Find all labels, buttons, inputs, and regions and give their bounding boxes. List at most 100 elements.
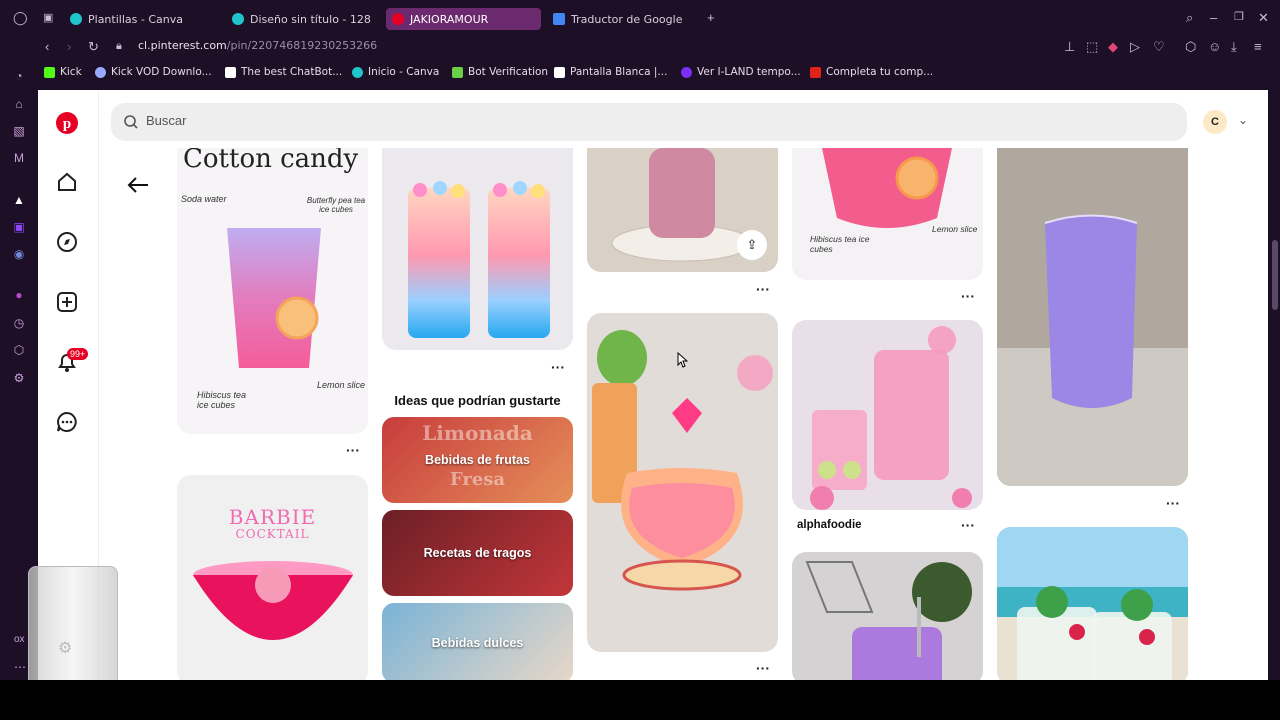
more-icon[interactable]: ⋯ (14, 660, 26, 674)
bookmark-canva[interactable]: Inicio - Canva (352, 66, 439, 78)
taskbar-area (0, 680, 1280, 720)
more-options-icon[interactable]: ··· (756, 281, 770, 297)
idea-card-bebidas-dulces[interactable]: Bebidas dulces (382, 603, 573, 683)
reload-icon[interactable]: ↻ (88, 40, 99, 53)
more-options-icon[interactable]: ··· (756, 660, 770, 676)
pin-pink-smoothie[interactable]: ⇪ (587, 148, 778, 272)
url-field[interactable]: cl.pinterest.com/pin/220746819230253266 (138, 39, 377, 52)
more-options-icon[interactable]: ··· (961, 288, 975, 304)
idea-label: Bebidas de frutas (425, 453, 530, 467)
tab-plantillas-canva[interactable]: Plantillas - Canva (70, 8, 220, 30)
twitch-icon[interactable]: ▣ (11, 219, 27, 235)
idea-label: Recetas de tragos (423, 546, 532, 560)
profile-icon[interactable]: ☺ (1208, 40, 1221, 53)
search-input[interactable] (144, 112, 648, 129)
pin-barbie-cocktail[interactable]: BARBIE COCKTAIL (177, 475, 368, 685)
forward-icon[interactable]: › (67, 40, 71, 53)
pin-label: Hibiscus tea ice cubes (810, 234, 870, 254)
pin-lavender-drink[interactable] (792, 552, 983, 685)
crypto-wallet-icon[interactable]: ⌂ (11, 96, 27, 112)
more-options-icon[interactable]: ··· (961, 517, 975, 533)
canva-icon (352, 66, 363, 78)
pin-creator-name[interactable]: alphafoodie (797, 519, 862, 531)
more-options-icon[interactable]: ··· (346, 442, 360, 458)
messenger-icon[interactable]: M (11, 150, 27, 166)
scrollbar-track[interactable] (1270, 90, 1280, 680)
pin-label: Butterfly pea tea ice cubes (306, 196, 366, 214)
close-window-icon[interactable]: ✕ (1258, 11, 1269, 24)
settings-icon[interactable]: ⚙ (11, 370, 27, 386)
drink-illustration (822, 148, 952, 228)
heart-icon[interactable]: ♡ (1153, 40, 1165, 53)
idea-card-recetas-tragos[interactable]: Recetas de tragos (382, 510, 573, 596)
player-icon[interactable]: ▧ (11, 123, 27, 139)
chatbot-icon (225, 66, 236, 78)
bookmark-pantalla-blanca[interactable]: Pantalla Blanca |... (554, 66, 667, 78)
pin-layered-drinks[interactable] (382, 148, 573, 350)
pin-icon[interactable]: ⊥ (1064, 40, 1075, 53)
create-icon[interactable] (56, 291, 78, 313)
downloads-icon[interactable]: ⤓ (1231, 40, 1237, 53)
aria-icon[interactable]: ◔ (11, 68, 27, 84)
pin-purple-drink[interactable] (997, 148, 1188, 486)
snapshot-icon[interactable]: ⬚ (1086, 40, 1098, 53)
pin-mojito-drink[interactable] (997, 527, 1188, 685)
share-icon[interactable]: ⇪ (737, 230, 767, 260)
discord-icon[interactable]: ◉ (11, 246, 27, 262)
search-bar[interactable] (111, 103, 1187, 141)
minimize-icon[interactable]: – (1210, 11, 1217, 24)
search-icon (124, 115, 138, 129)
opera-logo-icon[interactable]: ◯ (13, 11, 28, 24)
home-icon[interactable] (56, 171, 78, 193)
record-icon[interactable]: ● (11, 287, 27, 303)
more-options-icon[interactable]: ··· (551, 359, 565, 375)
workspaces-icon[interactable]: ▣ (43, 12, 53, 25)
pin-label: Lemon slice (317, 380, 366, 390)
pinterest-icon (392, 13, 404, 25)
more-options-icon[interactable]: ··· (1166, 495, 1180, 511)
pin-text: COCKTAIL (235, 527, 310, 541)
pin-pink-lemonade-pitcher[interactable] (792, 320, 983, 510)
drink-illustration (997, 527, 1188, 685)
pin-text: Limonada (422, 421, 533, 445)
extensions-sidebar-icon[interactable]: ⬡ (11, 342, 27, 358)
history-icon[interactable]: ◷ (11, 315, 27, 331)
bookmark-kick-vod[interactable]: Kick VOD Downlo... (95, 66, 212, 78)
ideas-heading: Ideas que podrían gustarte (394, 393, 561, 408)
bookmark-i-land[interactable]: Ver I-LAND tempo... (681, 66, 801, 78)
tab-diseno-sin-titulo[interactable]: Diseño sin título - 128 × 1 (232, 8, 376, 30)
back-icon[interactable]: ‹ (45, 40, 49, 53)
corner-text: ox (14, 634, 25, 645)
settings-icon[interactable]: ⚙ (58, 638, 72, 658)
extensions-icon[interactable]: ⬡ (1185, 40, 1196, 53)
video-icon (681, 66, 692, 78)
scrollbar-thumb[interactable] (1272, 240, 1278, 310)
new-tab-icon[interactable]: + (707, 11, 715, 24)
bookmark-bot-verification[interactable]: Bot Verification (452, 66, 548, 78)
bookmark-kick[interactable]: Kick (44, 66, 82, 78)
kick-icon (44, 66, 55, 78)
menu-icon[interactable]: ≡ (1254, 40, 1262, 53)
tab-jakioramour[interactable]: JAKIORAMOUR (386, 8, 541, 30)
chevron-down-icon[interactable]: ⌄ (1238, 113, 1248, 127)
pocket-icon[interactable]: ◆ (1108, 40, 1118, 53)
drink-illustration (193, 561, 353, 640)
bookmark-completa[interactable]: Completa tu comp... (810, 66, 933, 78)
tab-traductor[interactable]: Traductor de Google (553, 8, 703, 30)
bookmark-chatbot[interactable]: The best ChatBot... (225, 66, 342, 78)
pin-text: BARBIE (228, 505, 317, 529)
idea-card-bebidas-frutas[interactable]: Limonada Fresa Bebidas de frutas (382, 417, 573, 503)
google-translate-icon (553, 13, 565, 25)
messages-icon[interactable] (56, 411, 78, 433)
pinterest-logo-icon[interactable]: p (56, 112, 78, 134)
canva-icon (232, 13, 244, 25)
pin-hibiscus-drink[interactable]: Hibiscus tea ice cubes Lemon slice (792, 148, 983, 280)
play-icon[interactable]: ▷ (1130, 40, 1140, 53)
restore-icon[interactable]: ❐ (1234, 11, 1244, 24)
search-tabs-icon[interactable]: ⌕ (1186, 11, 1193, 24)
explore-icon[interactable] (56, 231, 78, 253)
back-arrow-icon[interactable] (126, 175, 150, 195)
pin-cotton-candy[interactable]: Cotton candy Soda water Butterfly pea te… (177, 148, 368, 434)
avatar[interactable]: C (1203, 110, 1227, 134)
kick-sidebar-icon[interactable]: ▲ (11, 192, 27, 208)
